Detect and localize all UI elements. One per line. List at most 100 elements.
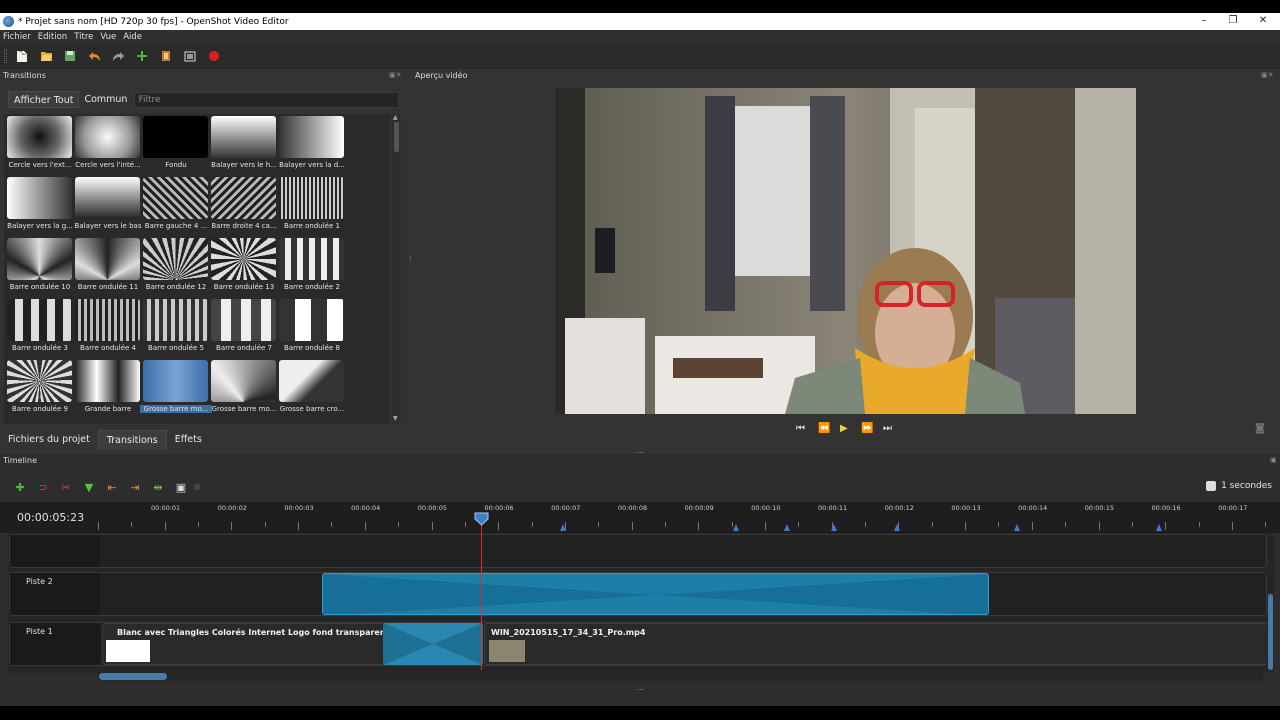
timeline-dock-float-button[interactable]: ▣	[1270, 456, 1277, 464]
transition-item[interactable]: Grosse barre mo...	[208, 358, 276, 419]
transition-item[interactable]: Grosse barre cro...	[276, 358, 344, 419]
timeline-marker[interactable]	[1156, 524, 1162, 531]
transitions-dock-float-button[interactable]: ▣✕	[389, 71, 401, 79]
transition-item[interactable]: Barre ondulée 12	[140, 236, 208, 297]
transition-item[interactable]: Balayer vers la g...	[4, 175, 73, 236]
transition-item[interactable]: Barre ondulée 10	[4, 236, 72, 297]
timeline-marker[interactable]	[784, 524, 790, 531]
scroll-up-icon[interactable]: ▲	[393, 114, 398, 121]
transition-item[interactable]: Fondu	[140, 114, 208, 175]
tab-transitions[interactable]: Transitions	[97, 430, 167, 450]
track-piste-1-header[interactable]: Piste 1	[10, 623, 100, 665]
razor-button[interactable]: ✂	[56, 479, 76, 495]
zoom-slider-left[interactable]	[194, 484, 200, 490]
zoom-checkbox[interactable]	[1206, 481, 1217, 491]
transition-item[interactable]: Barre ondulée 8	[276, 297, 344, 358]
menu-titre[interactable]: Titre	[71, 32, 97, 42]
vertical-splitter-handle[interactable]: ....	[408, 255, 417, 261]
tracks-vertical-scrollbar[interactable]	[1267, 534, 1274, 672]
menu-aide[interactable]: Aide	[120, 32, 146, 42]
menu-fichier[interactable]: Fichier	[0, 32, 35, 42]
scroll-down-icon[interactable]: ▼	[393, 415, 398, 422]
transition-clip[interactable]	[322, 573, 989, 615]
timeline-horizontal-scrollbar[interactable]	[98, 672, 1264, 681]
preview-dock-float-button[interactable]: ▣✕	[1261, 71, 1273, 79]
timeline-marker[interactable]	[1014, 524, 1020, 531]
export-video-button[interactable]	[203, 45, 225, 67]
image-clip-thumbnail	[106, 640, 150, 662]
tab-effects[interactable]: Effets	[167, 430, 210, 450]
transition-item[interactable]: Barre ondulée 9	[4, 358, 72, 419]
timeline-marker[interactable]	[560, 524, 566, 531]
transitions-scrollbar[interactable]: ▲ ▼	[392, 114, 401, 424]
add-track-button[interactable]: ✚	[10, 479, 30, 495]
transition-thumbnail	[279, 177, 344, 219]
snapshot-button[interactable]: ◙	[1255, 423, 1265, 434]
transition-item[interactable]: Barre ondulée 2	[276, 236, 344, 297]
video-clip[interactable]: WIN_20210515_17_34_31_Pro.mp4	[484, 623, 1268, 665]
rewind-button[interactable]: ⏪	[818, 423, 830, 434]
transition-item[interactable]: Barre ondulée 7	[208, 297, 276, 358]
transition-item[interactable]: Barre ondulée 4	[72, 297, 140, 358]
bottom-splitter-handle[interactable]: .....	[636, 683, 645, 692]
fullscreen-button[interactable]	[179, 45, 201, 67]
menu-vue[interactable]: Vue	[97, 32, 120, 42]
transition-thumbnail	[143, 299, 208, 341]
save-project-button[interactable]	[59, 45, 81, 67]
transition-item[interactable]: Cercle vers l'ext...	[4, 114, 72, 175]
redo-button[interactable]	[107, 45, 129, 67]
add-marker-button[interactable]: ▼	[79, 479, 99, 495]
snapping-button[interactable]: ⊃	[33, 479, 53, 495]
track-top-header[interactable]	[10, 535, 100, 567]
zoom-out-button[interactable]: ▣	[171, 479, 191, 495]
minimize-button[interactable]: –	[1189, 13, 1219, 30]
transition-item[interactable]: Barre ondulée 13	[208, 236, 276, 297]
play-button[interactable]: ▶	[840, 423, 848, 434]
transition-thumbnail	[75, 238, 140, 280]
track-piste-1[interactable]: Piste 1 Blanc avec Triangles Colorés Int…	[9, 622, 1268, 666]
jump-end-button[interactable]: ⏭	[883, 423, 892, 434]
image-clip[interactable]: Blanc avec Triangles Colorés Internet Lo…	[102, 623, 390, 665]
transition-item[interactable]: Cercle vers l'inté...	[72, 114, 141, 175]
maximize-button[interactable]: ❐	[1218, 13, 1248, 30]
tracks-vscroll-thumb[interactable]	[1268, 594, 1273, 670]
crossfade-transition[interactable]	[383, 623, 483, 665]
new-project-button[interactable]	[11, 45, 33, 67]
transition-item[interactable]: Barre ondulée 5	[140, 297, 208, 358]
tab-project-files[interactable]: Fichiers du projet	[0, 430, 98, 450]
timeline-hscroll-thumb[interactable]	[99, 673, 167, 680]
playhead-icon[interactable]	[474, 512, 489, 526]
transition-item[interactable]: Grande barre	[72, 358, 140, 419]
transition-item[interactable]: Barre gauche 4 ...	[140, 175, 208, 236]
transitions-scroll-thumb[interactable]	[394, 122, 399, 152]
filter-tab-common[interactable]: Commun	[79, 91, 132, 108]
profile-button[interactable]	[155, 45, 177, 67]
timeline-marker[interactable]	[894, 524, 900, 531]
transition-item[interactable]: Barre ondulée 11	[72, 236, 140, 297]
next-marker-button[interactable]: ⇥	[125, 479, 145, 495]
transition-item[interactable]: Barre droite 4 ca...	[208, 175, 277, 236]
transition-item[interactable]: Balayer vers le bas	[72, 175, 141, 236]
track-piste-2-header[interactable]: Piste 2	[10, 573, 100, 615]
import-files-button[interactable]	[131, 45, 153, 67]
transition-item[interactable]: Balayer vers la d...	[276, 114, 345, 175]
transition-item[interactable]: Grosse barre mo...	[140, 358, 212, 419]
toolbar-grip[interactable]	[4, 49, 7, 63]
track-piste-2[interactable]: Piste 2	[9, 572, 1267, 616]
previous-marker-button[interactable]: ⇤	[102, 479, 122, 495]
timeline-marker[interactable]	[831, 524, 837, 531]
transition-item[interactable]: Barre ondulée 3	[4, 297, 72, 358]
timeline-marker[interactable]	[733, 524, 739, 531]
transition-item[interactable]: Barre ondulée 1	[276, 175, 344, 236]
menu-edition[interactable]: Edition	[35, 32, 71, 42]
filter-input[interactable]: Filtre	[134, 91, 399, 108]
transition-item[interactable]: Balayer vers le h...	[208, 114, 277, 175]
filter-tab-all[interactable]: Afficher Tout	[8, 91, 80, 108]
center-playhead-button[interactable]: ⇹	[148, 479, 168, 495]
undo-button[interactable]	[83, 45, 105, 67]
close-button[interactable]: ✕	[1248, 13, 1278, 30]
open-project-button[interactable]	[35, 45, 57, 67]
track-top[interactable]	[9, 534, 1267, 568]
jump-start-button[interactable]: ⏮	[796, 423, 805, 434]
fast-forward-button[interactable]: ⏩	[861, 423, 873, 434]
